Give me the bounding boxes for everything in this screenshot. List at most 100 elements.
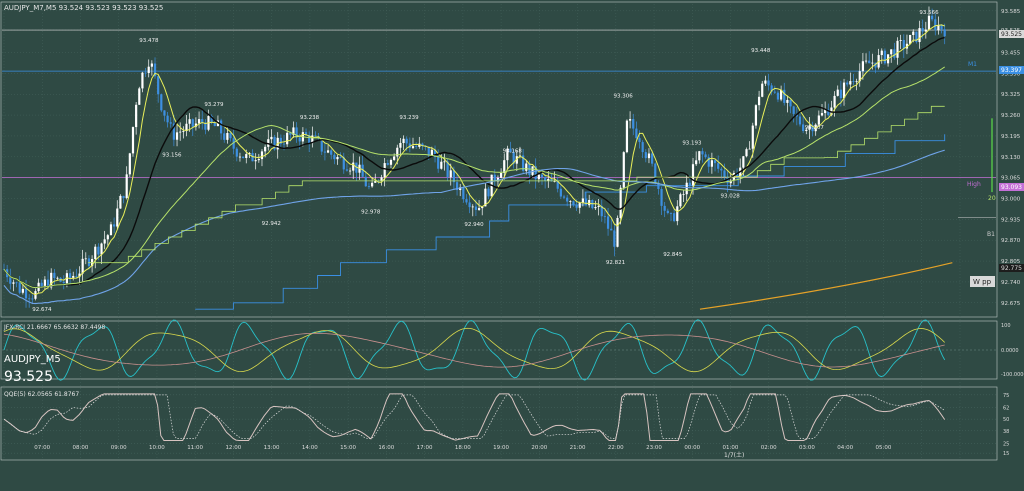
candle-body <box>440 161 443 169</box>
candle-body <box>918 28 921 43</box>
candle-body <box>229 132 232 139</box>
time-tick-label: 14:00 <box>302 445 318 451</box>
candle-body <box>43 279 47 287</box>
candle-body <box>776 92 780 100</box>
candle-body <box>499 172 503 178</box>
candle-body <box>912 31 915 36</box>
candle-body <box>323 151 327 153</box>
candle-body <box>235 148 238 157</box>
time-tick-label: 17:00 <box>417 445 433 451</box>
candle-body <box>572 201 575 206</box>
candle-body <box>326 150 330 153</box>
candle-body <box>21 288 24 293</box>
candle-body <box>597 205 600 208</box>
candle-body <box>393 156 396 160</box>
price-tick-label: 92.935 <box>1001 217 1021 223</box>
candle-body <box>679 194 682 207</box>
candle-body <box>820 113 824 116</box>
candle-body <box>575 205 578 208</box>
candle-body <box>411 146 415 149</box>
candle-body <box>333 154 336 160</box>
time-tick-label: 07:00 <box>34 445 50 451</box>
candle-body <box>68 273 72 278</box>
price-annotation: 93.156 <box>162 152 182 158</box>
time-tick-label: 12:00 <box>225 445 241 451</box>
candle-body <box>477 208 481 210</box>
candle-body <box>701 151 704 155</box>
candle-body <box>588 199 591 206</box>
candle-body <box>943 29 946 37</box>
candle-body <box>242 156 245 158</box>
candle-body <box>622 152 625 188</box>
candle-body <box>610 228 613 231</box>
candle-body <box>238 156 242 158</box>
chart-canvas: 93.478 93.279 93.156 93.238 93.239 92.942 92.9… <box>0 0 1024 491</box>
candle-body <box>644 152 647 159</box>
b1-price-tag-text: 92.775 <box>1001 265 1022 272</box>
candle-body <box>449 170 452 178</box>
candle-body <box>131 127 135 154</box>
candle-body <box>798 116 802 125</box>
candle-body <box>540 174 544 178</box>
candle-body <box>852 81 855 82</box>
candle-body <box>751 125 754 149</box>
candle-body <box>15 282 18 284</box>
candle-body <box>62 281 65 284</box>
price-axis: 93.58593.52593.45593.39093.32593.26093.1… <box>1001 9 1021 307</box>
qqe-tick-label: 38 <box>1003 429 1009 435</box>
price-tick-label: 93.585 <box>1001 9 1021 15</box>
candle-body <box>116 208 119 227</box>
qqe-tick-label: 15 <box>1003 451 1009 457</box>
price-annotation: 92.940 <box>464 222 484 228</box>
candle-body <box>18 282 21 293</box>
candle-body <box>371 182 374 187</box>
price-tick-label: 93.455 <box>1001 51 1021 57</box>
price-annotation: 93.168 <box>503 149 523 155</box>
candle-body <box>188 119 191 124</box>
candle-body <box>28 298 31 300</box>
candle-body <box>559 188 562 197</box>
candle-body <box>399 142 402 148</box>
candle-body <box>619 187 622 218</box>
qqe-tick-label: 25 <box>1003 441 1009 447</box>
time-axis: 07:00 08:00 09:00 10:00 11:00 12:00 13:00 14:00… <box>34 445 892 451</box>
price-tick-label: 93.260 <box>1001 113 1021 119</box>
candle-body <box>544 177 547 181</box>
price-tick-label: 93.195 <box>1001 134 1021 140</box>
candle-body <box>260 151 264 160</box>
candle-body <box>773 91 776 93</box>
candle-body <box>883 50 887 64</box>
candle-body <box>191 119 194 127</box>
candle-body <box>72 275 75 278</box>
time-tick-label: 21:00 <box>570 445 586 451</box>
price-tick-label: 93.130 <box>1001 155 1021 161</box>
candle-body <box>698 151 701 161</box>
candle-body <box>632 119 635 129</box>
candle-body <box>443 161 446 163</box>
candle-body <box>298 137 301 142</box>
candle-body <box>842 82 846 99</box>
candle-body <box>254 160 257 162</box>
price-tick-label: 92.675 <box>1001 301 1021 307</box>
candle-body <box>537 174 540 180</box>
candle-body <box>635 128 638 139</box>
level-20-label: 20 <box>988 195 996 202</box>
price-annotation: 93.207 <box>805 125 825 131</box>
candle-body <box>745 149 748 157</box>
candle-body <box>566 197 569 202</box>
rci-tick-label: -100.0000 <box>1001 372 1024 378</box>
candle-body <box>710 160 713 167</box>
m1-level-label: M1 <box>968 61 977 68</box>
symbol-name: AUDJPY_M5 <box>4 354 61 365</box>
candle-body <box>893 49 896 58</box>
high-price-tag-text: 93.093 <box>1001 184 1022 191</box>
price-annotation: 93.028 <box>721 194 741 200</box>
candle-body <box>616 217 619 247</box>
candle-body <box>135 104 138 128</box>
candle-body <box>606 216 610 229</box>
candle-body <box>40 282 43 287</box>
candle-body <box>767 80 770 86</box>
candle-body <box>157 76 160 95</box>
candle-body <box>817 115 820 125</box>
candle-body <box>430 149 433 156</box>
